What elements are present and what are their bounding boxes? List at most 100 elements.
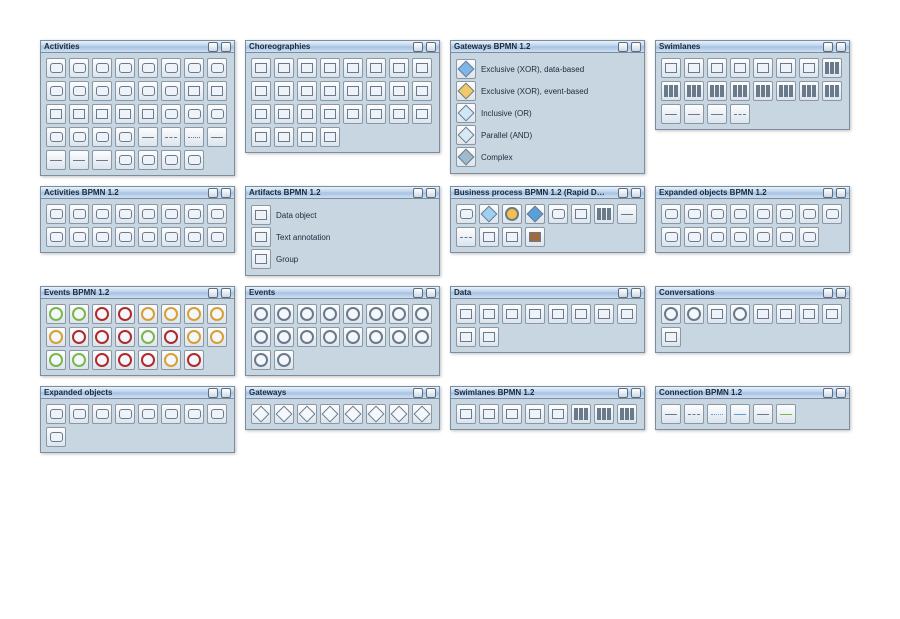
blackbox-v-icon[interactable] (776, 81, 796, 101)
chor-4-icon[interactable] (297, 81, 317, 101)
palette-close-icon[interactable] (221, 388, 231, 398)
send-task-icon[interactable] (161, 104, 181, 124)
xor-event-icon[interactable] (456, 81, 476, 101)
lane-v2-icon[interactable] (753, 81, 773, 101)
palette-minimize-icon[interactable] (208, 388, 218, 398)
ev-catch-icon[interactable] (412, 327, 432, 347)
e-term-icon[interactable] (161, 350, 181, 370)
task-loop-icon[interactable] (115, 58, 135, 78)
gw-inclusive-icon[interactable] (320, 404, 340, 424)
bp-end-icon[interactable] (548, 204, 568, 224)
eo-7-icon[interactable] (184, 404, 204, 424)
ex3-icon[interactable] (707, 204, 727, 224)
bp-note-icon[interactable] (502, 227, 522, 247)
e-inter-icon[interactable] (138, 304, 158, 324)
chor-13-icon[interactable] (320, 104, 340, 124)
data-a3-icon[interactable] (479, 327, 499, 347)
e-end-icon[interactable] (92, 304, 112, 324)
receive-task-icon[interactable] (184, 104, 204, 124)
data-msg-icon[interactable] (571, 304, 591, 324)
palette-close-icon[interactable] (221, 42, 231, 52)
script-task-icon[interactable] (207, 104, 227, 124)
chor-task-icon[interactable] (251, 58, 271, 78)
subprocess-adhoc-icon[interactable] (69, 104, 89, 124)
task-business-rule-icon[interactable] (115, 81, 135, 101)
chor-task-loop-icon[interactable] (274, 58, 294, 78)
assoc-icon[interactable] (707, 404, 727, 424)
chor-15-icon[interactable] (366, 104, 386, 124)
ev-msg-icon[interactable] (320, 304, 340, 324)
blank1-icon[interactable] (115, 150, 135, 170)
and-icon[interactable] (456, 125, 476, 145)
sl-pool-v-icon[interactable] (525, 404, 545, 424)
sl-blank-icon[interactable] (617, 404, 637, 424)
palette-minimize-icon[interactable] (823, 188, 833, 198)
palette-header[interactable]: Gateways (246, 387, 439, 399)
sep5-icon[interactable] (707, 104, 727, 124)
task-sub-icon[interactable] (69, 58, 89, 78)
dir-assoc-icon[interactable] (730, 404, 750, 424)
conv-5-icon[interactable] (753, 304, 773, 324)
sl-lane-v-icon[interactable] (594, 404, 614, 424)
ev-par-icon[interactable] (389, 327, 409, 347)
e-link-icon[interactable] (138, 350, 158, 370)
data-a2-icon[interactable] (456, 327, 476, 347)
ex5-icon[interactable] (753, 204, 773, 224)
ex12-icon[interactable] (730, 227, 750, 247)
eo-8-icon[interactable] (207, 404, 227, 424)
palette-minimize-icon[interactable] (618, 42, 628, 52)
ex2-icon[interactable] (684, 204, 704, 224)
palette-header[interactable]: Activities (41, 41, 234, 53)
sep2-icon[interactable] (822, 81, 842, 101)
palette-minimize-icon[interactable] (823, 42, 833, 52)
seq-icon[interactable] (661, 404, 681, 424)
palette-close-icon[interactable] (426, 42, 436, 52)
task-compensation-icon[interactable] (92, 58, 112, 78)
eo-3-icon[interactable] (92, 404, 112, 424)
chor-8-icon[interactable] (389, 81, 409, 101)
palette-close-icon[interactable] (631, 288, 641, 298)
palette-close-icon[interactable] (426, 388, 436, 398)
conv-8-icon[interactable] (822, 304, 842, 324)
conv-4-icon[interactable] (730, 304, 750, 324)
a12-16-icon[interactable] (207, 227, 227, 247)
blackbox-h-icon[interactable] (799, 58, 819, 78)
ev-boundary-icon[interactable] (274, 350, 294, 370)
chor-9-icon[interactable] (412, 81, 432, 101)
complex-icon[interactable] (456, 147, 476, 167)
sep1-icon[interactable] (799, 81, 819, 101)
e-timer-s-icon[interactable] (207, 304, 227, 324)
ev-cancel-icon[interactable] (412, 304, 432, 324)
chor-3-icon[interactable] (274, 81, 294, 101)
subprocess-event-icon[interactable] (115, 104, 135, 124)
ev-signal-icon[interactable] (320, 327, 340, 347)
sl-pool-h-icon[interactable] (456, 404, 476, 424)
ev-timer-icon[interactable] (343, 304, 363, 324)
task-script-icon[interactable] (161, 58, 181, 78)
ev-escal-icon[interactable] (389, 304, 409, 324)
a12-15-icon[interactable] (184, 227, 204, 247)
pool-v-lanes-icon[interactable] (730, 58, 750, 78)
list-item[interactable]: Group (251, 248, 434, 270)
sep4-icon[interactable] (684, 104, 704, 124)
palette-minimize-icon[interactable] (618, 388, 628, 398)
task-receive-icon[interactable] (69, 81, 89, 101)
conditional-flow-icon[interactable] (46, 150, 66, 170)
e-timer-i-icon[interactable] (46, 327, 66, 347)
list-item[interactable]: Exclusive (XOR), data-based (456, 58, 639, 80)
e-esc-s-icon[interactable] (115, 327, 135, 347)
ev-multi-icon[interactable] (366, 327, 386, 347)
chor-call-icon[interactable] (389, 58, 409, 78)
pool-v-icon[interactable] (707, 58, 727, 78)
chor-2-icon[interactable] (251, 81, 271, 101)
group-icon[interactable] (251, 249, 271, 269)
subprocess-loop-icon[interactable] (207, 81, 227, 101)
e-cond-icon[interactable] (207, 327, 227, 347)
palette-header[interactable]: Expanded objects (41, 387, 234, 399)
list-item[interactable]: Inclusive (OR) (456, 102, 639, 124)
eo-1-icon[interactable] (46, 404, 66, 424)
e-err-s-icon[interactable] (69, 327, 89, 347)
ev-end-icon[interactable] (297, 304, 317, 324)
default-flow-icon[interactable] (207, 127, 227, 147)
e-esc-e-icon[interactable] (138, 327, 158, 347)
